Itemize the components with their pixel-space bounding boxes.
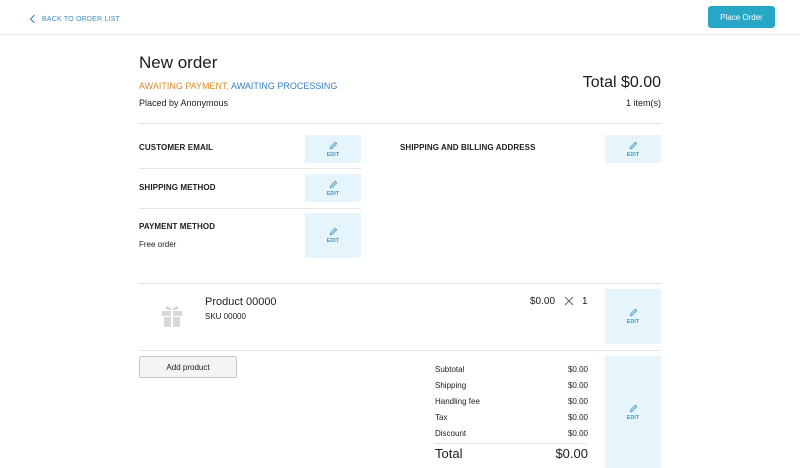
divider <box>139 350 661 351</box>
edit-label: EDIT <box>626 414 640 421</box>
edit-label: EDIT <box>326 238 340 244</box>
shipping-billing-address-label: SHIPPING AND BILLING ADDRESS <box>400 143 536 152</box>
summary-value-discount: $0.00 <box>567 429 588 438</box>
divider <box>435 443 588 444</box>
item-count: 1 item(s) <box>625 98 661 108</box>
product-quantity: 1 <box>582 296 588 307</box>
times-icon <box>564 296 574 306</box>
divider <box>139 208 361 209</box>
edit-shipping-method-button[interactable]: EDIT <box>305 174 361 202</box>
order-total: Total $0.00 <box>582 74 661 91</box>
payment-method-value: Free order <box>139 240 177 249</box>
edit-label: EDIT <box>626 319 640 325</box>
gift-icon <box>162 306 182 327</box>
top-bar: BACK TO ORDER LIST Place Order <box>0 0 800 35</box>
summary-total-value: $0.00 <box>555 446 588 461</box>
divider <box>139 283 661 284</box>
divider <box>139 168 361 169</box>
pencil-icon <box>329 180 337 188</box>
pencil-icon <box>629 308 637 317</box>
payment-method-label: PAYMENT METHOD <box>139 222 216 231</box>
product-name: Product 00000 <box>205 296 277 308</box>
summary-label-handling-fee: Handling fee <box>435 397 480 406</box>
summary-value-handling-fee: $0.00 <box>567 397 588 406</box>
summary-value-subtotal: $0.00 <box>567 365 588 374</box>
place-order-button[interactable]: Place Order <box>708 6 775 28</box>
edit-payment-method-button[interactable]: EDIT <box>305 213 361 258</box>
order-status: AWAITING PAYMENT, AWAITING PROCESSING <box>139 81 337 91</box>
product-price: $0.00 <box>530 296 556 307</box>
edit-label: EDIT <box>626 151 640 158</box>
summary-value-tax: $0.00 <box>567 413 588 422</box>
product-sku: SKU 00000 <box>205 312 246 321</box>
edit-label: EDIT <box>326 151 340 158</box>
edit-label: EDIT <box>326 190 340 197</box>
divider <box>139 123 661 124</box>
page-title: New order <box>139 53 218 72</box>
summary-label-tax: Tax <box>435 413 448 422</box>
summary-label-discount: Discount <box>435 429 467 438</box>
edit-address-button[interactable]: EDIT <box>605 135 661 163</box>
back-link-label: BACK TO ORDER LIST <box>42 15 121 23</box>
status-awaiting-processing: AWAITING PROCESSING <box>231 81 338 91</box>
customer-email-label: CUSTOMER EMAIL <box>139 143 214 152</box>
back-to-order-list-link[interactable]: BACK TO ORDER LIST <box>29 14 120 24</box>
add-product-button[interactable]: Add product <box>139 356 237 378</box>
summary-label-subtotal: Subtotal <box>435 365 465 374</box>
pencil-icon <box>329 141 337 149</box>
summary-total-label: Total <box>435 446 463 461</box>
pencil-icon <box>629 404 637 412</box>
status-separator: , <box>226 81 230 91</box>
edit-summary-button[interactable]: EDIT <box>605 356 661 468</box>
placed-by-text: Placed by Anonymous <box>139 98 229 108</box>
chevron-left-icon <box>29 14 35 24</box>
shipping-method-label: SHIPPING METHOD <box>139 183 216 192</box>
summary-value-shipping: $0.00 <box>567 381 588 390</box>
status-awaiting-payment: AWAITING PAYMENT <box>139 81 227 91</box>
edit-product-button[interactable]: EDIT <box>605 289 661 344</box>
summary-label-shipping: Shipping <box>435 381 467 390</box>
pencil-icon <box>329 227 337 236</box>
edit-customer-email-button[interactable]: EDIT <box>305 135 361 163</box>
pencil-icon <box>629 141 637 149</box>
